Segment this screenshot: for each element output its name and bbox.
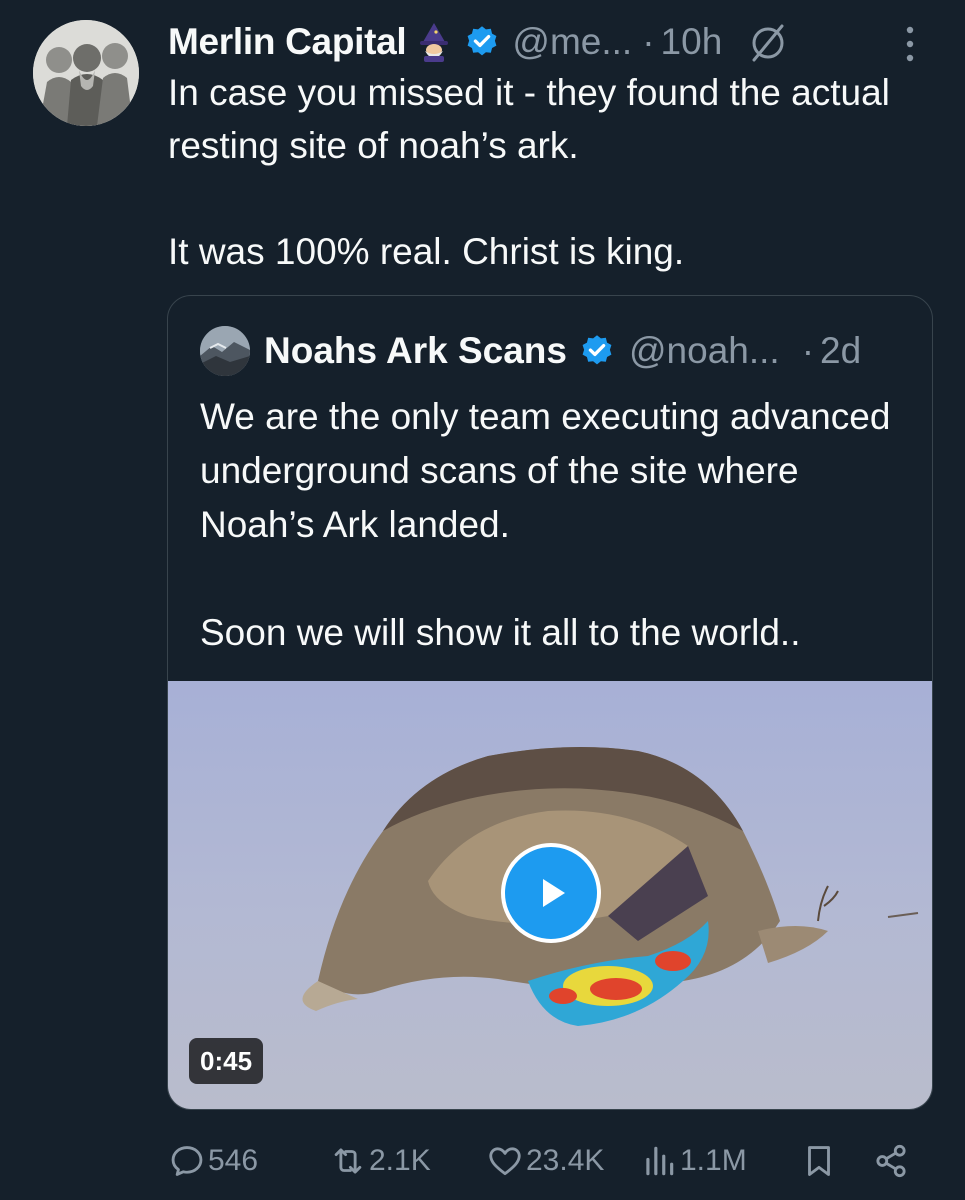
quote-paragraph: Soon we will show it all to the world.. (200, 612, 801, 653)
separator-dot: · (801, 330, 815, 371)
quote-avatar[interactable] (200, 326, 250, 376)
quote-author-handle[interactable]: @noah... (629, 330, 780, 372)
reply-count: 546 (208, 1144, 259, 1177)
tweet-header: Merlin Capital @me... · 10h (168, 14, 788, 70)
like-count: 23.4K (526, 1144, 605, 1177)
views-icon (646, 1146, 674, 1176)
author-avatar[interactable] (33, 20, 139, 126)
author-name[interactable]: Merlin Capital (168, 21, 407, 63)
share-button[interactable] (872, 1136, 910, 1186)
play-icon (543, 879, 565, 907)
repost-button[interactable]: 2.1K (329, 1136, 431, 1186)
like-button[interactable]: 23.4K (486, 1136, 604, 1186)
verified-badge-icon[interactable] (579, 333, 615, 369)
quote-paragraph: We are the only team executing advanced … (200, 396, 891, 545)
action-bar: 546 2.1K 23.4K 1.1M (168, 1136, 928, 1186)
play-button[interactable] (501, 843, 601, 943)
quote-time[interactable]: 2d (820, 330, 861, 372)
bookmark-button[interactable] (800, 1136, 838, 1186)
quote-author-name[interactable]: Noahs Ark Scans (264, 330, 567, 372)
mage-emoji-icon (420, 23, 449, 62)
views-count: 1.1M (680, 1144, 747, 1177)
tweet-time[interactable]: 10h (661, 21, 723, 63)
views-button[interactable]: 1.1M (640, 1136, 747, 1186)
repost-icon (334, 1148, 362, 1174)
tweet-text: In case you missed it - they found the a… (168, 66, 928, 278)
quote-header: Noahs Ark Scans @noah... · 2d (200, 323, 861, 379)
video-player[interactable]: 0:45 (168, 681, 932, 1109)
quoted-tweet[interactable]: Noahs Ark Scans @noah... · 2d We are the… (167, 295, 933, 1110)
tweet-paragraph: It was 100% real. Christ is king. (168, 231, 685, 272)
like-icon (489, 1147, 521, 1176)
verified-badge-icon[interactable] (464, 24, 500, 60)
video-duration: 0:45 (189, 1038, 264, 1084)
quote-text: We are the only team executing advanced … (200, 390, 900, 660)
share-icon (876, 1144, 906, 1178)
repost-count: 2.1K (369, 1144, 431, 1177)
null-sign-icon (752, 24, 784, 62)
reply-button[interactable]: 546 (168, 1136, 258, 1186)
separator-dot: · (642, 21, 655, 62)
more-vertical-icon[interactable] (898, 22, 922, 66)
bookmark-icon (808, 1146, 830, 1176)
tweet-paragraph: In case you missed it - they found the a… (168, 72, 890, 166)
reply-icon (171, 1146, 203, 1176)
author-handle[interactable]: @me... (512, 21, 632, 63)
